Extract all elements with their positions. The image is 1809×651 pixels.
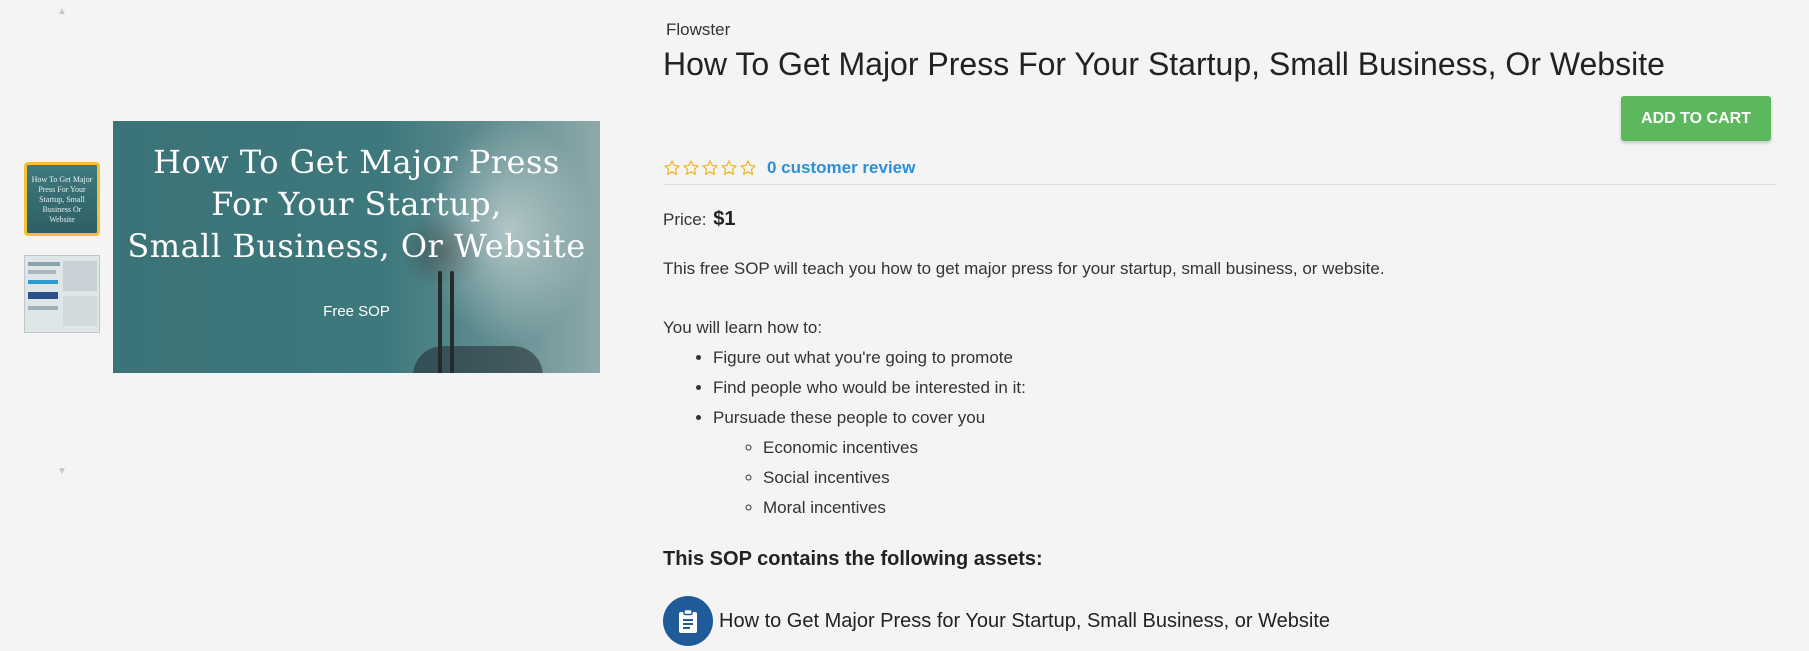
thumbnail-2-graphic <box>28 262 60 266</box>
incentive-item: Moral incentives <box>763 493 1026 523</box>
assets-heading: This SOP contains the following assets: <box>663 548 1043 570</box>
thumbnail-2-graphic <box>28 280 58 284</box>
thumbnail-1[interactable]: How To Get Major Press For Your Startup,… <box>24 162 100 236</box>
product-title: How To Get Major Press For Your Startup,… <box>663 46 1665 82</box>
hero-graphic <box>413 346 543 373</box>
incentive-item: Economic incentives <box>763 433 1026 463</box>
hero-title-line-3: Small Business, Or Website <box>127 227 586 265</box>
thumbnail-2-graphic <box>28 270 56 274</box>
star-outline-icon <box>721 160 737 175</box>
clipboard-icon <box>663 596 713 646</box>
learn-item: Pursuade these people to cover you Econo… <box>713 403 1026 523</box>
add-to-cart-button[interactable]: ADD TO CART <box>1621 96 1771 141</box>
product-page: ▲ How To Get Major Press For Your Startu… <box>0 0 1809 651</box>
thumbnail-2-graphic <box>63 261 97 291</box>
price: Price: $1 <box>663 208 735 231</box>
product-gallery: ▲ How To Get Major Press For Your Startu… <box>0 0 640 651</box>
asset-item[interactable]: How to Get Major Press for Your Startup,… <box>663 596 1330 646</box>
product-rating: 0 customer review <box>663 158 915 178</box>
vendor-name[interactable]: Flowster <box>666 20 730 40</box>
learn-heading: You will learn how to: <box>663 318 823 337</box>
price-value: $1 <box>713 208 736 230</box>
hero-title-line-2: For Your Startup, <box>211 185 502 223</box>
hero-title-line-1: How To Get Major Press <box>153 143 560 181</box>
thumbnails-scroll-down-icon[interactable]: ▼ <box>57 466 67 477</box>
clipboard-glyph <box>679 608 697 633</box>
hero-title: How To Get Major Press For Your Startup,… <box>113 141 600 267</box>
divider <box>663 184 1777 185</box>
learn-item: Find people who would be interested in i… <box>713 373 1026 403</box>
star-outline-icon <box>702 160 718 175</box>
thumbnail-1-text: How To Get Major Press For Your Startup,… <box>31 175 93 224</box>
thumbnail-2[interactable] <box>24 255 100 333</box>
price-label: Price: <box>663 210 707 229</box>
star-outline-icon <box>683 160 699 175</box>
thumbnail-2-graphic <box>28 292 58 299</box>
star-outline-icon <box>664 160 680 175</box>
thumbnail-2-graphic <box>63 296 97 326</box>
hero-subtitle: Free SOP <box>323 303 390 320</box>
learn-item: Figure out what you're going to promote <box>713 343 1026 373</box>
incentives-list: Economic incentives Social incentives Mo… <box>713 433 1026 523</box>
star-rating <box>663 159 757 177</box>
thumbnail-2-graphic <box>28 306 58 310</box>
product-description: This free SOP will teach you how to get … <box>663 259 1385 278</box>
learn-list: Figure out what you're going to promote … <box>663 343 1026 523</box>
incentive-item: Social incentives <box>763 463 1026 493</box>
asset-title[interactable]: How to Get Major Press for Your Startup,… <box>719 610 1330 633</box>
thumbnails-scroll-up-icon[interactable]: ▲ <box>57 6 67 17</box>
product-hero-image[interactable]: How To Get Major Press For Your Startup,… <box>113 121 600 373</box>
learn-item-text: Pursuade these people to cover you <box>713 408 986 427</box>
customer-review-link[interactable]: 0 customer review <box>767 158 915 178</box>
star-outline-icon <box>740 160 756 175</box>
